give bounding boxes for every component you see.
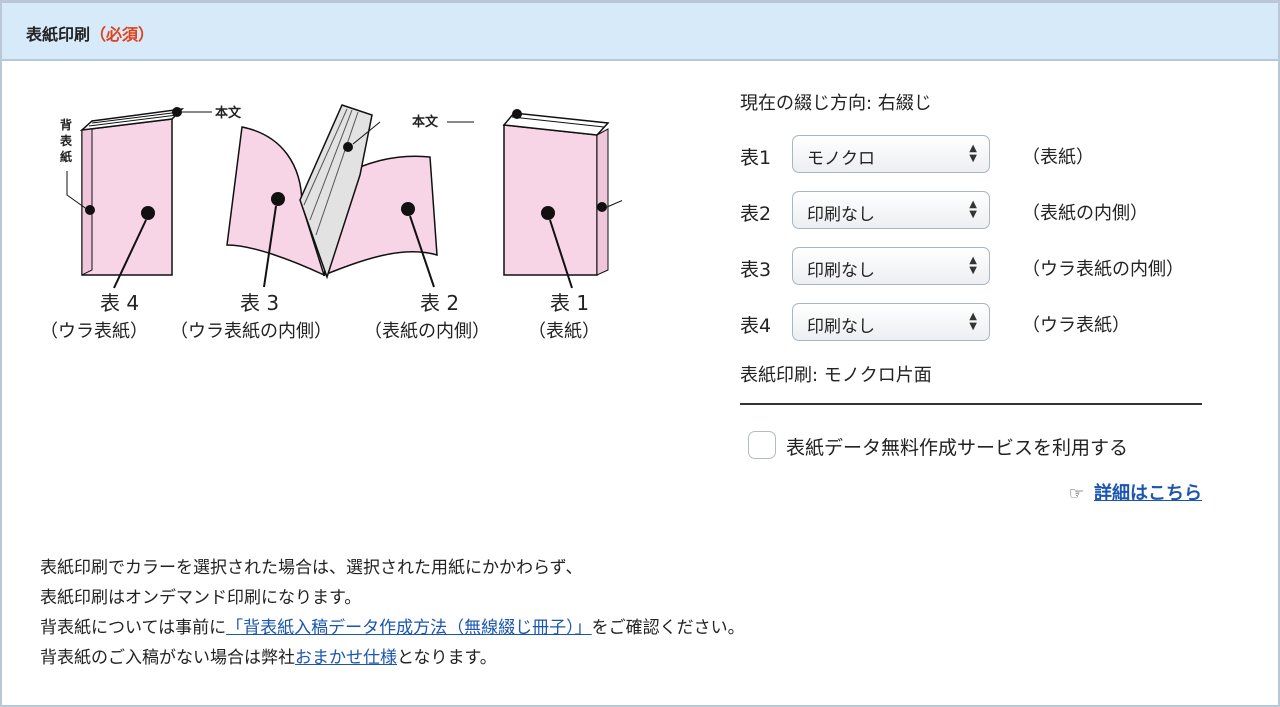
section-title-text: 表紙印刷 <box>26 25 91 44</box>
cover-print-panel: 表紙印刷（必須） 本文 本文 背 表 紙 表 4 （ウラ表紙） 表 3 （ウラ表… <box>0 0 1280 707</box>
divider <box>740 403 1202 405</box>
book-1-number: 表 1 <box>550 291 589 315</box>
cover-diagram: 本文 本文 背 表 紙 背 表 紙 表 4 （ウラ表紙） 表 3 （ウラ表紙の内… <box>42 104 622 342</box>
book-1-illustration <box>502 109 622 289</box>
select-value: 印刷なし <box>807 317 875 337</box>
cover-row-label: 表4 <box>740 315 772 337</box>
book-2-desc: （表紙の内側） <box>364 321 490 342</box>
honbun-label-left: 本文 <box>215 105 242 121</box>
open-book-illustration <box>226 104 474 288</box>
cover-print-summary: 表紙印刷: モノクロ片面 <box>740 365 932 386</box>
required-mark: （必須） <box>90 25 155 44</box>
cover-row-2: 表2 印刷なし ▲ ▼ （表紙の内側） <box>740 191 1210 231</box>
cover-row-note: （表紙） <box>1022 147 1094 168</box>
cover-row-note: （表紙の内側） <box>1022 203 1148 224</box>
notes: 表紙印刷でカラーを選択された場合は、選択された用紙にかかわらず、 表紙印刷はオン… <box>40 553 745 673</box>
select-value: 印刷なし <box>807 261 875 281</box>
cover-row-label: 表2 <box>740 203 772 225</box>
cover-row-note: （ウラ表紙の内側） <box>1022 259 1184 280</box>
cover-options: 現在の綴じ方向: 右綴じ 表1 モノクロ ▲ ▼ （表紙） 表2 印刷なし ▲ ▼ … <box>740 89 1210 504</box>
spine-label-left-2: 表 <box>59 133 73 148</box>
book-3-number: 表 3 <box>240 291 279 315</box>
select-arrows-icon: ▲ ▼ <box>969 311 977 332</box>
note-text: 背表紙については事前に <box>40 618 227 638</box>
detail-link[interactable]: 詳細はこちら <box>1094 483 1202 504</box>
cover-3-select[interactable]: 印刷なし ▲ ▼ <box>792 247 990 285</box>
cover-row-note: （ウラ表紙） <box>1022 315 1130 336</box>
note-text: 背表紙のご入稿がない場合は弊社 <box>40 648 295 668</box>
note-line-3: 背表紙については事前に「背表紙入稿データ作成方法（無線綴じ冊子）」をご確認くださ… <box>40 613 745 643</box>
free-cover-service-checkbox[interactable] <box>748 431 776 459</box>
select-arrows-icon: ▲ ▼ <box>969 143 977 164</box>
book-4-illustration <box>66 107 212 289</box>
book-3-desc: （ウラ表紙の内側） <box>170 321 332 342</box>
select-value: 印刷なし <box>807 205 875 225</box>
detail-link-wrap: ☞ 詳細はこちら <box>1040 479 1202 505</box>
cover-2-select[interactable]: 印刷なし ▲ ▼ <box>792 191 990 229</box>
select-arrows-icon: ▲ ▼ <box>969 255 977 276</box>
cover-row-3: 表3 印刷なし ▲ ▼ （ウラ表紙の内側） <box>740 247 1210 287</box>
book-1-desc: （表紙） <box>528 321 600 342</box>
spine-guide-link[interactable]: 「背表紙入稿データ作成方法（無線綴じ冊子）」 <box>226 618 592 638</box>
note-text: となります。 <box>397 648 497 668</box>
book-2-number: 表 2 <box>420 291 459 315</box>
note-text: をご確認ください。 <box>591 618 745 638</box>
spine-label-left-1: 背 <box>60 117 72 132</box>
select-value: モノクロ <box>807 149 875 169</box>
book-4-desc: （ウラ表紙） <box>42 321 148 342</box>
spine-label-left-3: 紙 <box>60 149 72 164</box>
section-title: 表紙印刷（必須） <box>26 21 154 45</box>
pointing-hand-icon: ☞ <box>1068 484 1084 504</box>
cover-row-label: 表1 <box>740 147 772 169</box>
book-4-number: 表 4 <box>100 291 139 315</box>
note-line-2: 表紙印刷はオンデマンド印刷になります。 <box>40 588 362 608</box>
binding-direction: 現在の綴じ方向: 右綴じ <box>740 93 932 114</box>
omakase-link[interactable]: おまかせ仕様 <box>295 648 397 668</box>
section-header: 表紙印刷（必須） <box>2 3 1278 61</box>
note-line-4: 背表紙のご入稿がない場合は弊社おまかせ仕様となります。 <box>40 643 745 673</box>
honbun-label-center: 本文 <box>412 114 439 130</box>
cover-row-1: 表1 モノクロ ▲ ▼ （表紙） <box>740 135 1210 175</box>
cover-row-label: 表3 <box>740 259 772 281</box>
note-line-1: 表紙印刷でカラーを選択された場合は、選択された用紙にかかわらず、 <box>40 558 583 578</box>
cover-4-select[interactable]: 印刷なし ▲ ▼ <box>792 303 990 341</box>
cover-1-select[interactable]: モノクロ ▲ ▼ <box>792 135 990 173</box>
cover-row-4: 表4 印刷なし ▲ ▼ （ウラ表紙） <box>740 303 1210 343</box>
select-arrows-icon: ▲ ▼ <box>969 199 977 220</box>
free-cover-service-label[interactable]: 表紙データ無料作成サービスを利用する <box>786 433 1128 460</box>
